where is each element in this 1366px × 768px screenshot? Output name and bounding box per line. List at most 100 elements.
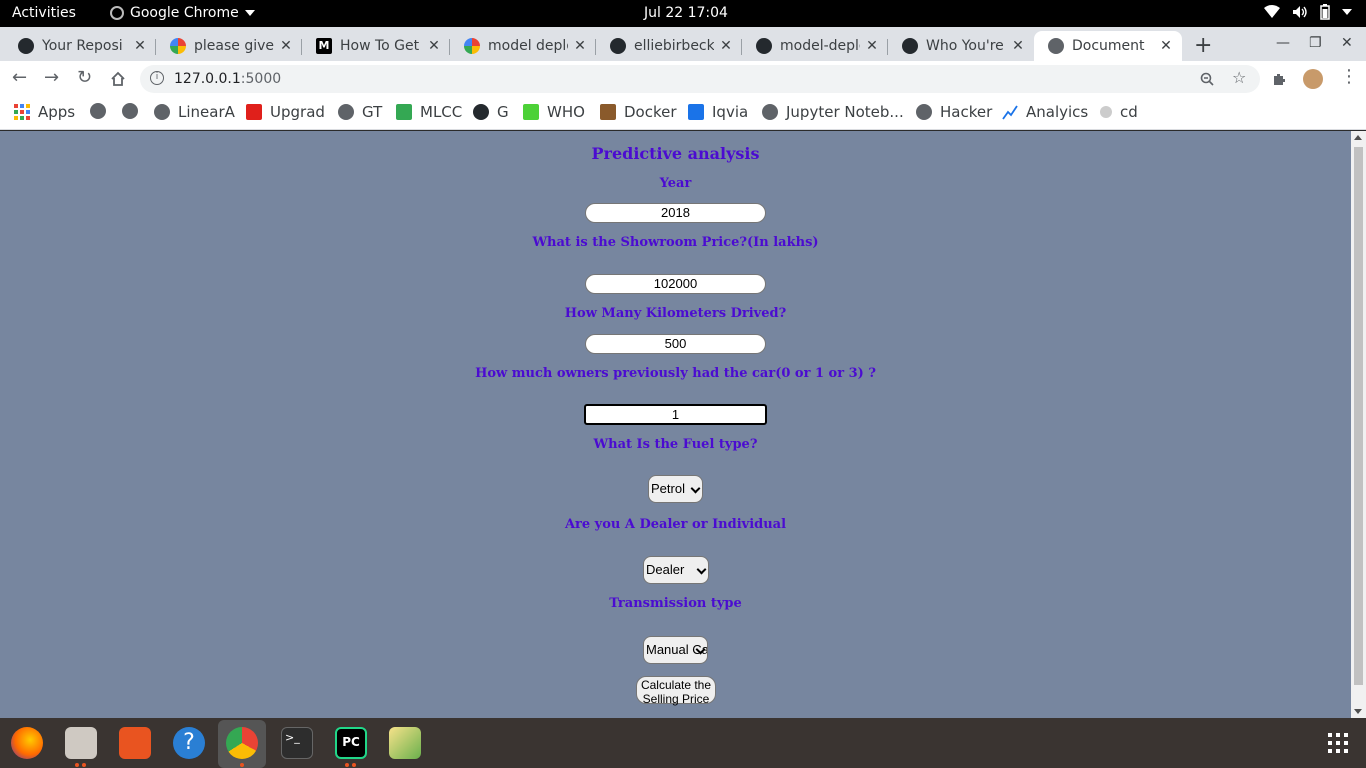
back-icon[interactable]: ←: [12, 69, 27, 87]
bookmark-iqvia[interactable]: Iqvia: [688, 103, 748, 121]
close-icon[interactable]: ✕: [132, 38, 148, 54]
new-tab-button[interactable]: +: [1194, 33, 1212, 58]
activities-button[interactable]: Activities: [12, 5, 76, 21]
scroll-down-icon[interactable]: [1354, 709, 1362, 714]
tab[interactable]: M How To Get ✕: [302, 31, 450, 61]
bookmark-mlcc[interactable]: MLCC: [396, 103, 462, 121]
owners-input[interactable]: 1: [584, 404, 767, 425]
tab[interactable]: Your Reposi ✕: [4, 31, 156, 61]
avatar[interactable]: [1303, 69, 1323, 89]
close-icon[interactable]: ✕: [1158, 38, 1174, 54]
seller-select-value: Dealer: [646, 562, 685, 577]
bookmark-upgrad[interactable]: Upgrad: [246, 103, 325, 121]
close-icon[interactable]: ✕: [864, 38, 880, 54]
bookmark-item[interactable]: [122, 103, 146, 119]
info-icon[interactable]: i: [150, 71, 164, 85]
chrome-icon[interactable]: [226, 727, 258, 759]
running-indicator: [240, 763, 244, 767]
app-menu[interactable]: Google Chrome: [110, 5, 255, 21]
calculate-button[interactable]: Calculate the Selling Price: [636, 676, 716, 706]
globe-icon: [122, 103, 138, 119]
github-icon: [902, 38, 918, 54]
bookmark-star-icon[interactable]: ☆: [1232, 68, 1246, 87]
kms-input[interactable]: 500: [585, 334, 766, 354]
software-center-icon[interactable]: [119, 727, 151, 759]
bookmark-hacker[interactable]: Hacker: [916, 103, 992, 121]
text-editor-icon[interactable]: [389, 727, 421, 759]
docker-icon: [600, 104, 616, 120]
bookmark-label: Upgrad: [270, 103, 325, 121]
tab[interactable]: model-deplo ✕: [742, 31, 888, 61]
transmission-select[interactable]: Manual Car: [643, 636, 708, 664]
tab-title: How To Get: [340, 38, 420, 54]
running-indicator: [352, 763, 356, 767]
bookmark-apps[interactable]: Apps: [14, 103, 75, 121]
reload-icon[interactable]: ↻: [77, 69, 92, 87]
address-bar[interactable]: i 127.0.0.1:5000 ☆: [140, 65, 1260, 93]
bookmark-jupyter[interactable]: Jupyter Noteb...: [762, 103, 904, 121]
pycharm-icon[interactable]: PC: [335, 727, 367, 759]
close-icon[interactable]: ✕: [1010, 38, 1026, 54]
zoom-icon[interactable]: [1200, 72, 1214, 86]
bookmark-who[interactable]: WHO: [523, 103, 585, 121]
bookmark-docker[interactable]: Docker: [600, 103, 677, 121]
tab[interactable]: please give s ✕: [156, 31, 302, 61]
close-icon[interactable]: ✕: [278, 38, 294, 54]
tab-title: please give s: [194, 38, 274, 54]
terminal-icon[interactable]: >_: [281, 727, 313, 759]
upgrad-icon: [246, 104, 262, 120]
fuel-select-value: Petrol: [651, 481, 685, 496]
tab-active[interactable]: Document ✕: [1034, 31, 1182, 61]
chevron-down-icon: [1342, 9, 1352, 15]
menu-icon[interactable]: ⋮: [1340, 68, 1358, 86]
seller-select[interactable]: Dealer: [643, 556, 709, 584]
price-input[interactable]: 102000: [585, 274, 766, 294]
tab[interactable]: elliebirbeck ✕: [596, 31, 742, 61]
running-indicator: [82, 763, 86, 767]
medium-icon: M: [316, 38, 332, 54]
google-icon: [464, 38, 480, 54]
fuel-select[interactable]: Petrol: [648, 475, 703, 503]
restore-button[interactable]: ❐: [1309, 35, 1322, 51]
scroll-up-icon[interactable]: [1354, 135, 1362, 140]
extensions-icon[interactable]: [1272, 72, 1286, 86]
bookmark-label: MLCC: [420, 103, 463, 121]
firefox-icon[interactable]: [11, 727, 43, 759]
close-window-button[interactable]: ✕: [1341, 35, 1353, 51]
home-icon[interactable]: [110, 71, 126, 87]
url-text: 127.0.0.1:5000: [174, 71, 281, 87]
app-name: Google Chrome: [130, 5, 239, 21]
bookmark-item[interactable]: [90, 103, 114, 119]
mlcc-icon: [396, 104, 412, 120]
chevron-down-icon: [696, 564, 707, 575]
show-applications-icon[interactable]: [1328, 733, 1348, 753]
close-icon[interactable]: ✕: [572, 38, 588, 54]
globe-icon: [154, 104, 170, 120]
forward-icon[interactable]: →: [44, 69, 59, 87]
wifi-icon: [1264, 5, 1280, 18]
bookmark-analyics[interactable]: Analyics: [1002, 103, 1088, 121]
page-scrollbar[interactable]: [1351, 131, 1366, 718]
bookmark-cd[interactable]: cd: [1100, 103, 1138, 121]
bookmark-label: Docker: [624, 103, 677, 121]
tab[interactable]: model deplo ✕: [450, 31, 596, 61]
bookmark-g[interactable]: G: [473, 103, 509, 121]
tab-title: Who You're: [926, 38, 1004, 54]
tab[interactable]: Who You're ✕: [888, 31, 1034, 61]
price-label: What is the Showroom Price?(In lakhs): [532, 235, 819, 250]
help-icon[interactable]: ?: [173, 727, 205, 759]
page-title: Predictive analysis: [591, 144, 760, 163]
minimize-button[interactable]: —: [1276, 35, 1290, 51]
running-indicator: [75, 763, 79, 767]
system-tray[interactable]: [1264, 4, 1352, 20]
github-icon: [18, 38, 34, 54]
close-icon[interactable]: ✕: [426, 38, 442, 54]
files-icon[interactable]: [65, 727, 97, 759]
close-icon[interactable]: ✕: [718, 38, 734, 54]
year-input[interactable]: 2018: [585, 203, 766, 223]
scrollbar-thumb[interactable]: [1354, 147, 1363, 685]
bookmark-lineara[interactable]: LinearA: [154, 103, 235, 121]
bookmark-gt[interactable]: GT: [338, 103, 382, 121]
clock[interactable]: Jul 22 17:04: [644, 5, 728, 21]
transmission-label: Transmission type: [609, 596, 742, 611]
